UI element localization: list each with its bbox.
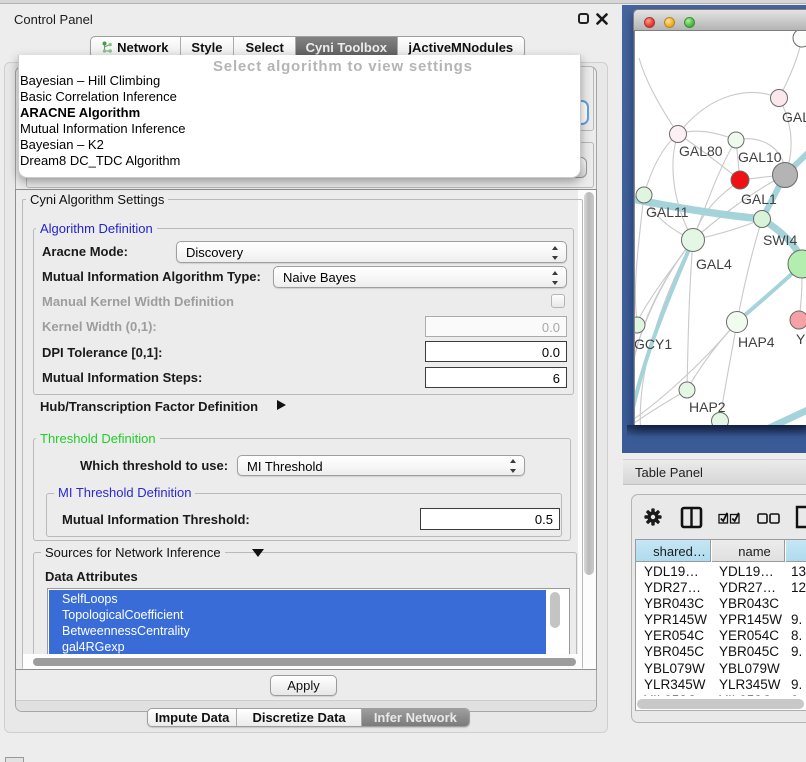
svg-text:Y: Y	[796, 331, 806, 347]
svg-text:GAL1: GAL1	[741, 191, 777, 207]
svg-text:GAL11: GAL11	[646, 204, 689, 220]
svg-text:HAP4: HAP4	[738, 334, 775, 350]
svg-text:HAP2: HAP2	[689, 399, 726, 415]
svg-text:GAL80: GAL80	[679, 143, 723, 159]
svg-text:GCY1: GCY1	[635, 336, 672, 352]
svg-text:GAL4: GAL4	[696, 256, 732, 272]
svg-text:GAL7: GAL7	[782, 109, 806, 125]
svg-text:GAL10: GAL10	[738, 149, 782, 165]
svg-text:SWI4: SWI4	[763, 232, 797, 248]
